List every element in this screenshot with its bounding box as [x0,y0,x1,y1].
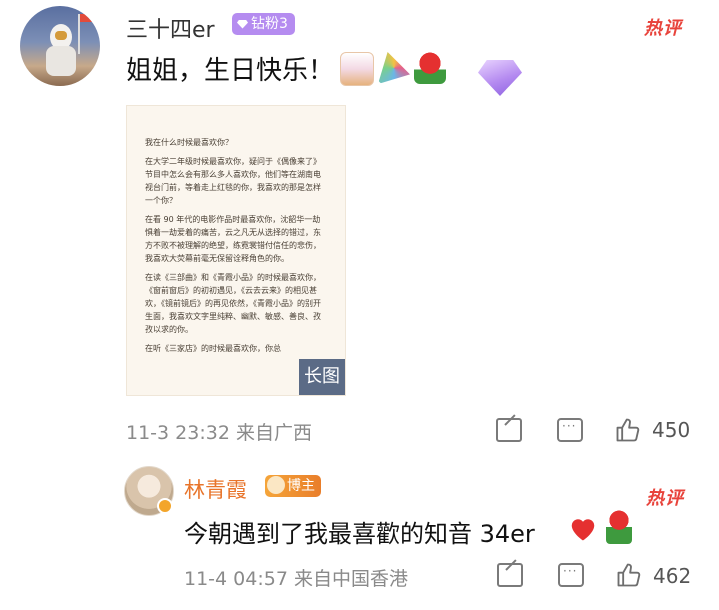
hot-comment-tag: 热评 [646,488,684,509]
long-image-line: 在听《三家店》的时候最喜欢你，你总 [145,344,281,353]
long-image-line: 在大学二年级时候最喜欢你，疑问于《偶像来了》节目中怎么会有那么多人喜欢你，他们等… [145,157,321,205]
share-icon[interactable] [496,418,522,442]
diamond-icon [478,60,522,96]
long-image-line: 在看 90 年代的电影作品时最喜欢你，沈韶华一劫惧着一劫爱着的痛苦，云之凡无从选… [145,215,321,263]
fan-badge[interactable]: 钻粉3 [232,13,295,35]
red-heart-icon [568,514,598,542]
long-image-tag: 长图 [299,359,345,395]
reply-text: 今朝遇到了我最喜歡的知音 34er [184,520,535,548]
rose-icon [414,52,446,84]
comment-icon[interactable] [557,418,583,442]
diamond-icon [237,19,248,29]
share-icon[interactable] [497,563,523,587]
blogger-face-icon [267,476,285,494]
party-popper-icon [378,52,410,84]
blogger-badge: 博主 [265,475,321,497]
reply-username[interactable]: 林青霞 [184,474,247,504]
astronaut-visor [55,31,67,40]
astronaut-body [46,46,76,76]
comment-icon[interactable] [558,563,584,587]
blogger-badge-label: 博主 [287,478,315,494]
long-image-attachment[interactable]: 我在什么时候最喜欢你？ 在大学二年级时候最喜欢你，疑问于《偶像来了》节目中怎么会… [126,105,346,396]
fan-badge-label: 钻粉3 [251,16,288,32]
comment-text: 姐姐，生日快乐！ [126,56,335,86]
comment-meta: 11-3 23:32 来自广西 [126,418,312,445]
like-count: 450 [652,418,691,442]
reply-timestamp: 11-4 04:57 [184,568,288,590]
birthday-cake-icon [340,52,374,86]
rose-icon [606,510,632,544]
hot-comment-tag: 热评 [644,18,682,39]
comment-username[interactable]: 三十四er [126,12,215,44]
like-count: 462 [653,564,692,588]
comment-timestamp: 11-3 23:32 [126,422,230,444]
like-icon[interactable] [614,416,642,448]
reply-source: 来自中国香港 [293,568,408,590]
verified-icon [157,498,173,514]
comment-source: 来自广西 [235,422,312,444]
long-image-text: 我在什么时候最喜欢你？ 在大学二年级时候最喜欢你，疑问于《偶像来了》节目中怎么会… [145,136,327,361]
avatar[interactable] [20,6,100,86]
like-icon[interactable] [615,561,643,593]
long-image-line: 在读《三部曲》和《青霞小品》的时候最喜欢你，《窗前窗后》的初初遇见，《云去云来》… [145,273,321,334]
reply-meta: 11-4 04:57 来自中国香港 [184,564,408,591]
long-image-line: 我在什么时候最喜欢你？ [145,138,233,147]
flag-decoration [78,14,92,54]
